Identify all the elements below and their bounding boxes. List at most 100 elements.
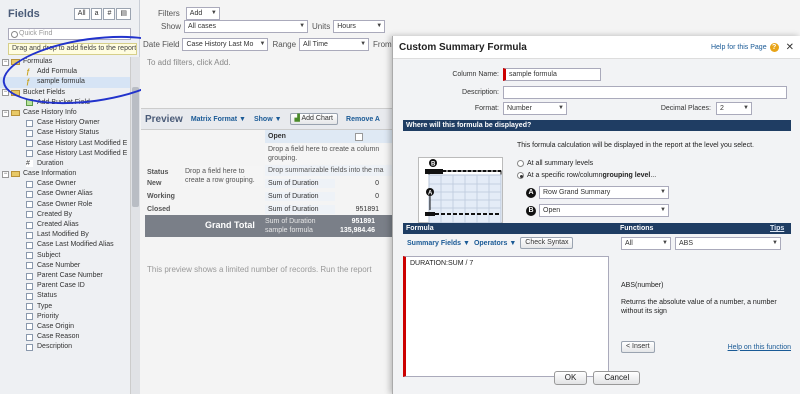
tree-field[interactable]: Case Origin <box>0 322 130 332</box>
text-field-icon <box>26 313 33 321</box>
radio-all-levels[interactable] <box>517 160 524 167</box>
summary-fields-label: Summary Fields <box>407 239 462 247</box>
option-all-levels[interactable]: At all summary levels <box>517 160 593 167</box>
tree-folder[interactable]: − Case Information <box>0 169 130 179</box>
tree-field[interactable]: ƒ Add Formula <box>0 67 130 77</box>
close-icon[interactable]: ✕ <box>786 42 794 53</box>
tree-field[interactable]: Case Owner <box>0 179 130 189</box>
tree-folder[interactable]: − Formulas <box>0 57 130 67</box>
column-checkbox[interactable] <box>355 133 363 141</box>
filter-all-button[interactable]: All <box>73 8 90 20</box>
range-select[interactable]: All Time <box>299 38 370 51</box>
dialog-help: Help for this Page ? ✕ <box>711 42 794 53</box>
tree-field[interactable]: Case Reason <box>0 332 130 342</box>
tree-field[interactable]: # Duration <box>0 159 130 169</box>
decimal-places-select[interactable]: 2 <box>716 102 752 115</box>
tree-field[interactable]: Case History Owner <box>0 118 130 128</box>
help-link[interactable]: Help for this Page <box>711 44 767 51</box>
collapse-toggle-icon[interactable]: − <box>2 109 9 117</box>
function-select[interactable]: ABS <box>675 237 781 250</box>
formula-editor[interactable]: DURATION:SUM / 7 <box>403 256 609 377</box>
operators-menu[interactable]: Operators ▼ <box>474 240 516 247</box>
function-category-select[interactable]: All <box>621 237 671 250</box>
where-section-header: Where will this formula be displayed? <box>403 120 791 131</box>
show-select[interactable]: All cases <box>184 20 309 33</box>
summary-drop-hint[interactable]: Drop summarizable fields into the ma <box>265 165 401 176</box>
insert-button[interactable]: < Insert <box>621 341 655 353</box>
format-label: Matrix Format <box>190 115 238 123</box>
row-summary-working: Sum of Duration <box>265 192 335 201</box>
grand-total-label: Grand Total <box>205 220 255 230</box>
tree-folder[interactable]: − Case History Info <box>0 108 130 118</box>
format-label: Format: <box>474 105 499 112</box>
description-input[interactable] <box>503 86 787 99</box>
option-all-levels-label: At all summary levels <box>527 160 594 167</box>
tree-field[interactable]: Last Modified By <box>0 230 130 240</box>
format-menu[interactable]: Matrix Format ▼ <box>191 116 246 123</box>
filter-text-button[interactable]: a <box>90 8 103 20</box>
radio-specific-level[interactable] <box>517 172 524 179</box>
filter-date-button[interactable]: ▤ <box>116 8 131 20</box>
tree-field[interactable]: ƒ sample formula <box>0 77 130 88</box>
scrollbar-thumb[interactable] <box>132 87 139 207</box>
tree-field[interactable]: Created Alias <box>0 220 130 230</box>
tips-link[interactable]: Tips <box>770 223 784 234</box>
tree-folder[interactable]: − Bucket Fields <box>0 88 130 98</box>
add-chart-button[interactable]: ▟ Add Chart <box>289 113 339 125</box>
column-grouping-select[interactable]: Open <box>539 204 669 217</box>
tree-field[interactable]: Case History Last Modified E <box>0 149 130 159</box>
grand-total-values: 951891 135,984.46 <box>335 217 375 235</box>
badge-b-icon: B <box>526 205 536 216</box>
tree-field[interactable]: Case Owner Alias <box>0 189 130 199</box>
units-select[interactable]: Hours <box>333 20 386 33</box>
collapse-toggle-icon[interactable]: − <box>2 58 9 66</box>
tree-field[interactable]: Status <box>0 291 130 301</box>
tree-field[interactable]: Type <box>0 302 130 312</box>
help-on-function-link[interactable]: Help on this function <box>728 344 791 351</box>
number-field-icon: # <box>26 160 33 168</box>
dialog-header: Custom Summary Formula Help for this Pag… <box>393 36 800 58</box>
tree-item-label: Case Reason <box>37 333 80 341</box>
tree-field[interactable]: Parent Case ID <box>0 281 130 291</box>
collapse-toggle-icon[interactable]: − <box>2 89 9 97</box>
tree-field[interactable]: Case Last Modified Alias <box>0 240 130 250</box>
format-select[interactable]: Number <box>503 102 567 115</box>
from-label: From <box>373 40 392 49</box>
help-icon[interactable]: ? <box>769 42 779 52</box>
functions-header: Functions <box>620 225 654 232</box>
check-syntax-button[interactable]: Check Syntax <box>520 237 574 249</box>
tree-field[interactable]: Case History Status <box>0 128 130 138</box>
filter-number-button[interactable]: # <box>103 8 116 20</box>
tree-field[interactable]: Parent Case Number <box>0 271 130 281</box>
add-filter-button[interactable]: Add <box>185 7 220 20</box>
quick-find-input[interactable]: Quick Find <box>8 28 131 40</box>
row-label-working: Working <box>147 193 175 200</box>
row-grouping-select[interactable]: Row Grand Summary <box>539 186 669 199</box>
show-menu[interactable]: Show ▼ <box>254 116 282 123</box>
tree-field[interactable]: Case Owner Role <box>0 200 130 210</box>
date-field-select[interactable]: Case History Last Mo <box>182 38 269 51</box>
tree-field[interactable]: Case Number <box>0 261 130 271</box>
collapse-toggle-icon[interactable]: − <box>2 170 9 178</box>
tree-field[interactable]: Add Bucket Field <box>0 98 130 108</box>
fields-sidebar: Fields All a # ▤ Quick Find Drag and dro… <box>0 0 140 394</box>
tree-field[interactable]: Created By <box>0 210 130 220</box>
column-name-input[interactable]: sample formula <box>503 68 601 81</box>
tree-field[interactable]: Subject <box>0 251 130 261</box>
chart-icon: ▟ <box>294 115 300 122</box>
option-specific-level[interactable]: At a specific row/column grouping level … <box>517 172 656 179</box>
sidebar-scrollbar[interactable] <box>130 57 140 394</box>
column-drop-hint[interactable]: Drop a field here to create a column gro… <box>265 144 401 164</box>
remove-all-link[interactable]: Remove A <box>346 116 380 123</box>
tree-field[interactable]: Priority <box>0 312 130 322</box>
column-header-open[interactable]: Open <box>265 130 401 143</box>
row-grouping-row: A Row Grand Summary <box>526 186 669 199</box>
row-drop-hint[interactable]: Drop a field here to create a row groupi… <box>183 166 263 186</box>
tree-field[interactable]: Description <box>0 342 130 352</box>
tree-field[interactable]: Case History Last Modified E <box>0 139 130 149</box>
text-field-icon <box>26 303 33 311</box>
ok-button[interactable]: OK <box>553 371 588 385</box>
summary-fields-menu[interactable]: Summary Fields ▼ <box>407 240 470 247</box>
filters-label: Filters <box>158 9 180 18</box>
cancel-button[interactable]: Cancel <box>593 371 641 385</box>
